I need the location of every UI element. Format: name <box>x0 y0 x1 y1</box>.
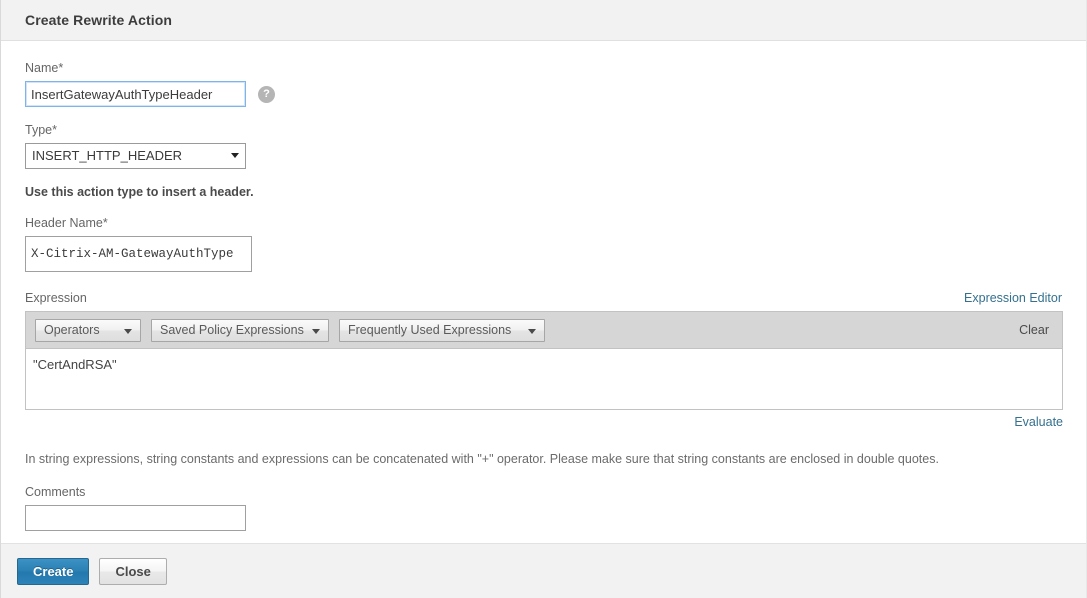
operators-dropdown-label: Operators <box>44 323 100 337</box>
name-input[interactable] <box>25 81 246 107</box>
evaluate-link[interactable]: Evaluate <box>1014 415 1063 429</box>
operators-dropdown[interactable]: Operators <box>35 319 141 342</box>
panel-footer: Create Close <box>1 543 1086 598</box>
expression-textarea[interactable] <box>26 349 1062 409</box>
panel-header: Create Rewrite Action <box>1 0 1086 41</box>
chevron-down-icon <box>124 329 132 334</box>
comments-field-group: Comments <box>25 467 1062 531</box>
close-button[interactable]: Close <box>99 558 166 585</box>
expression-field-group: Expression Expression Editor Operators S… <box>25 272 1062 429</box>
action-type-note: Use this action type to insert a header. <box>25 185 1062 199</box>
chevron-down-icon <box>312 329 320 334</box>
header-name-label: Header Name* <box>25 215 1062 231</box>
type-select[interactable]: INSERT_HTTP_HEADER <box>25 143 246 169</box>
expression-toolbar: Operators Saved Policy Expressions Frequ… <box>26 312 1062 349</box>
expression-hint-text: In string expressions, string constants … <box>25 451 1062 467</box>
header-name-field-group: Header Name* <box>25 199 1062 272</box>
create-button[interactable]: Create <box>17 558 89 585</box>
name-field-group: Name* ? <box>25 41 1062 107</box>
help-icon[interactable]: ? <box>258 86 275 103</box>
clear-expression-link[interactable]: Clear <box>1019 323 1054 337</box>
expression-label: Expression <box>25 290 87 306</box>
saved-policy-expressions-dropdown-label: Saved Policy Expressions <box>160 323 304 337</box>
name-label: Name* <box>25 60 1062 76</box>
type-field-group: Type* INSERT_HTTP_HEADER <box>25 107 1062 169</box>
frequently-used-expressions-dropdown-label: Frequently Used Expressions <box>348 323 511 337</box>
saved-policy-expressions-dropdown[interactable]: Saved Policy Expressions <box>151 319 329 342</box>
type-label: Type* <box>25 122 1062 138</box>
name-input-row: ? <box>25 81 1062 107</box>
header-name-input[interactable] <box>25 236 252 272</box>
expression-editor-link[interactable]: Expression Editor <box>964 291 1062 305</box>
page-title: Create Rewrite Action <box>25 12 172 28</box>
comments-label: Comments <box>25 484 1062 500</box>
evaluate-row: Evaluate <box>25 414 1063 429</box>
create-rewrite-action-panel: Create Rewrite Action Name* ? Type* INSE… <box>0 0 1087 598</box>
chevron-down-icon <box>528 329 536 334</box>
expression-frame: Operators Saved Policy Expressions Frequ… <box>25 311 1063 410</box>
comments-input[interactable] <box>25 505 246 531</box>
expression-label-row: Expression Expression Editor <box>25 290 1062 306</box>
frequently-used-expressions-dropdown[interactable]: Frequently Used Expressions <box>339 319 545 342</box>
type-select-wrap: INSERT_HTTP_HEADER <box>25 143 246 169</box>
panel-body: Name* ? Type* INSERT_HTTP_HEADER Use thi… <box>1 41 1086 543</box>
